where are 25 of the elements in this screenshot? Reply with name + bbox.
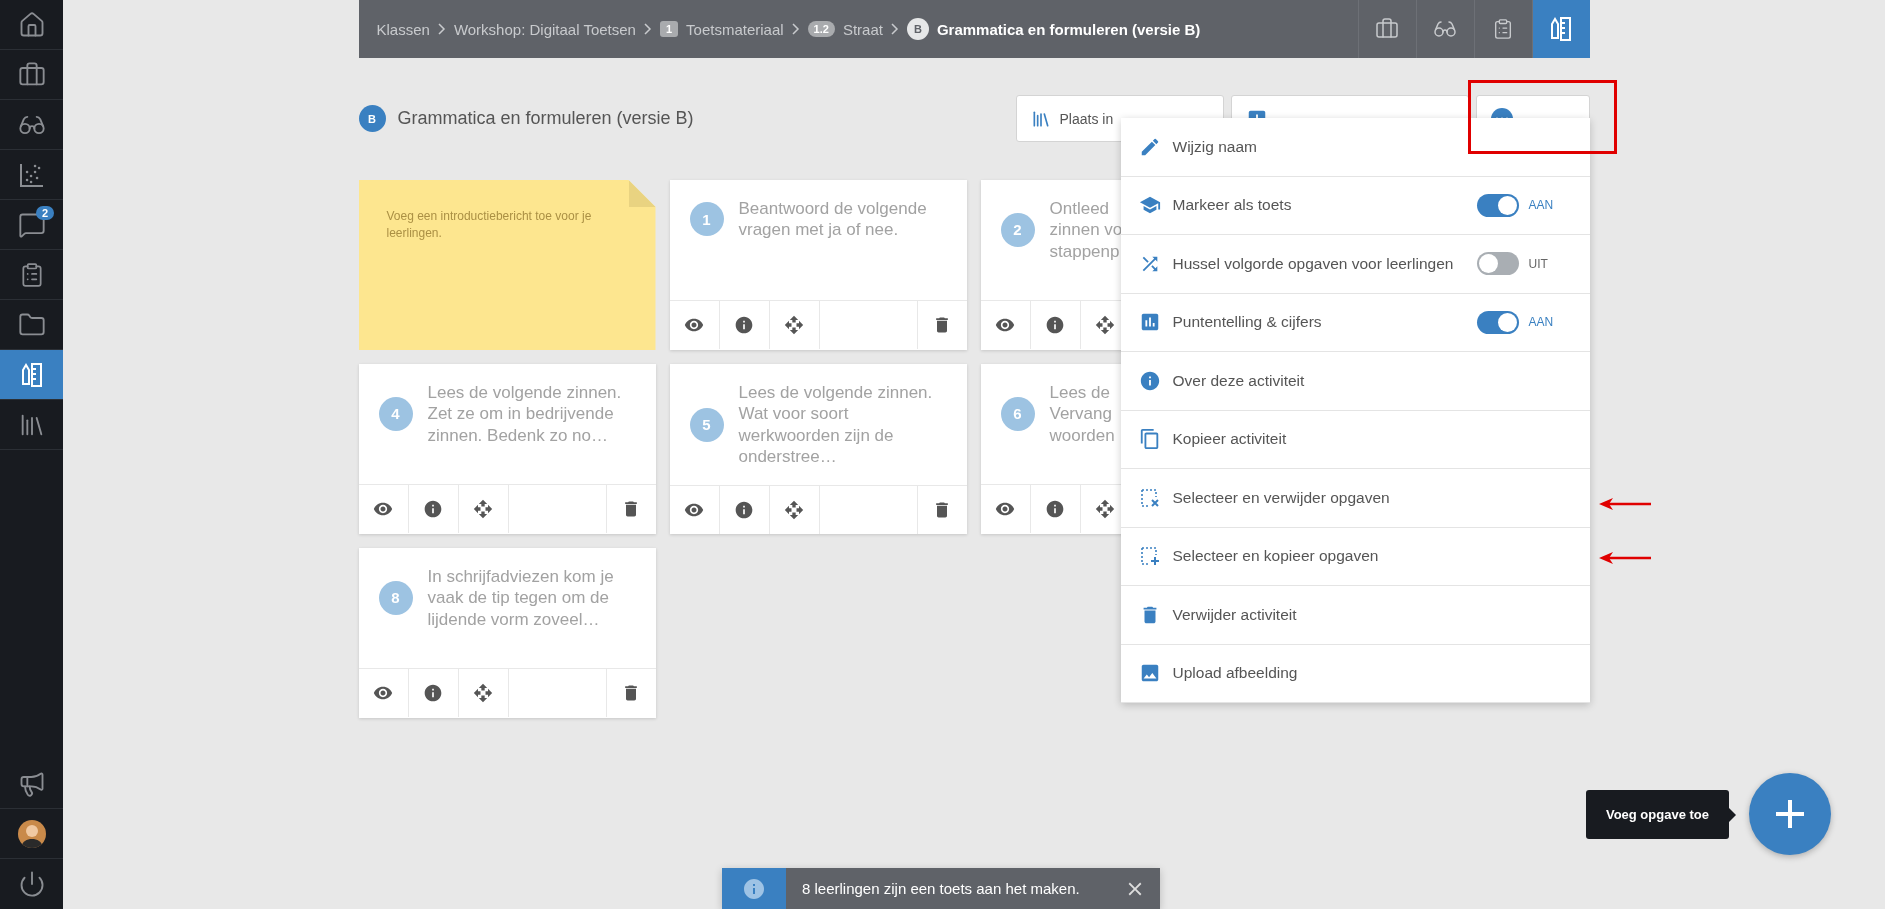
level-tag: 1	[659, 21, 679, 37]
exercise-number: 6	[1000, 396, 1035, 431]
exercise-text: Lees de Vervang woorden	[1049, 382, 1115, 446]
exercise-number: 1	[689, 202, 724, 237]
exercise-text: Ontleed zinnen vo stappenp	[1049, 198, 1123, 262]
exercise-number: 2	[1000, 212, 1035, 247]
notification-text: 8 leerlingen zijn een toets aan het maken.	[802, 880, 1081, 897]
exercise-number: 5	[689, 407, 724, 442]
note-text: Voeg een introductiebericht toe voor je leerlingen.	[386, 208, 593, 243]
letter-badge: B	[358, 105, 386, 132]
exercise-text: Lees de volgende zinnen. Zet ze om in bedrijvende zinnen. Bedenk zo no…	[427, 382, 622, 446]
toggle-state: UIT	[1528, 256, 1548, 271]
level-tag: 1.2	[807, 21, 835, 37]
activity-title: Grammatica en formuleren (versie B)	[397, 108, 695, 129]
toggle-state: AAN	[1528, 198, 1554, 213]
exercise-text: Lees de volgende zinnen. Wat voor soort werkwoorden zijn de onderstree…	[738, 382, 933, 467]
toggle-state: AAN	[1528, 315, 1554, 330]
count-badge: 2	[35, 206, 54, 220]
exercise-number: 4	[378, 396, 413, 431]
exercise-number: 8	[378, 580, 413, 615]
letter-badge: B	[906, 18, 929, 40]
exercise-text: Beantwoord de volgende vragen met ja of nee.	[738, 198, 927, 241]
tooltip-text: Voeg opgave toe	[1605, 807, 1709, 822]
breadcrumb-current: Grammatica en formuleren (versie B)	[936, 20, 1201, 38]
exercise-text: In schrijfadviezen kom je vaak de tip tegen om de lijdende vorm zoveel…	[427, 566, 614, 630]
